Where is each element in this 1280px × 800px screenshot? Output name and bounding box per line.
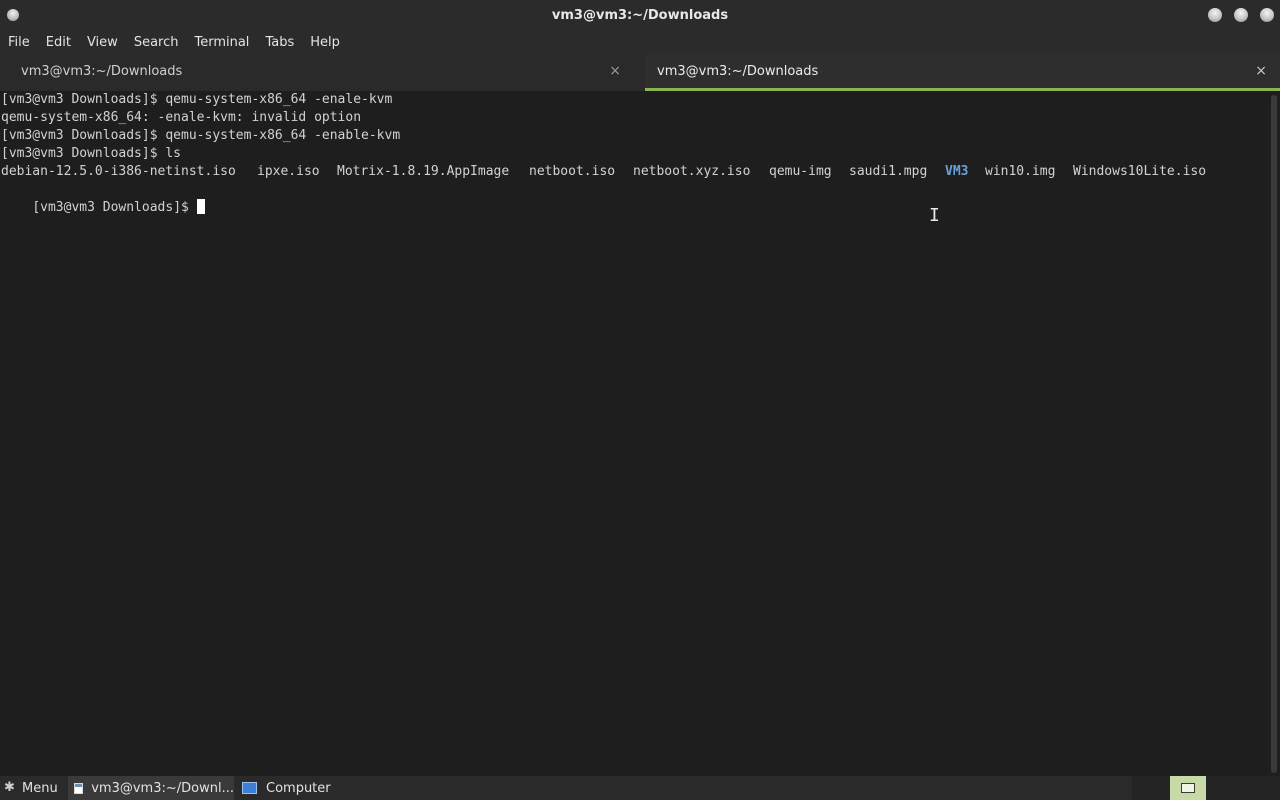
terminal-scrollbar[interactable]: [1271, 95, 1277, 773]
menu-logo-icon: ✱: [4, 780, 15, 795]
terminal-prompt-line: [vm3@vm3 Downloads]$: [1, 181, 205, 215]
tab-2-close-icon[interactable]: ×: [1255, 63, 1267, 79]
terminal-line: [vm3@vm3 Downloads]$ qemu-system-x86_64 …: [1, 92, 393, 107]
menu-terminal[interactable]: Terminal: [186, 30, 257, 55]
ls-entry: Windows10Lite.iso: [1073, 164, 1207, 179]
prompt: [vm3@vm3 Downloads]$: [32, 200, 189, 215]
ls-entry: qemu-img: [769, 164, 832, 179]
close-button[interactable]: [1260, 8, 1274, 22]
minimize-button[interactable]: [1208, 8, 1222, 22]
ls-entry: debian-12.5.0-i386-netinst.iso: [1, 164, 236, 179]
menu-search[interactable]: Search: [126, 30, 187, 55]
terminal-line: qemu-system-x86_64: -enale-kvm: invalid …: [1, 110, 362, 125]
tab-2-active[interactable]: vm3@vm3:~/Downloads ×: [645, 55, 1280, 91]
ls-entry: win10.img: [985, 164, 1056, 179]
menu-view[interactable]: View: [79, 30, 126, 55]
tab-2-label: vm3@vm3:~/Downloads: [657, 64, 819, 79]
window-menu-icon[interactable]: [7, 9, 19, 21]
taskbar: ✱ Menu vm3@vm3:~/Downl... Computer: [0, 776, 1280, 800]
workspace-switcher[interactable]: [1170, 776, 1206, 800]
menu-file[interactable]: File: [0, 30, 38, 55]
ibeam-cursor-icon: I: [929, 205, 940, 226]
ls-entry: Motrix-1.8.19.AppImage: [337, 164, 510, 179]
terminal-line: [vm3@vm3 Downloads]$ ls: [1, 146, 182, 161]
terminal-window-icon: [74, 782, 84, 794]
terminal-output[interactable]: [vm3@vm3 Downloads]$ qemu-system-x86_64 …: [0, 91, 1268, 776]
taskbar-terminal-button[interactable]: vm3@vm3:~/Downl...: [68, 776, 234, 800]
start-menu-button[interactable]: ✱ Menu: [4, 776, 58, 800]
menu-help[interactable]: Help: [302, 30, 348, 55]
taskbar-computer-label: Computer: [266, 780, 331, 796]
workspace-window-icon: [1181, 783, 1195, 793]
title-bar: vm3@vm3:~/Downloads: [0, 0, 1280, 30]
menu-edit[interactable]: Edit: [38, 30, 79, 55]
tab-1-close-icon[interactable]: ×: [609, 63, 621, 79]
ls-entry: ipxe.iso: [257, 164, 320, 179]
tab-bar: vm3@vm3:~/Downloads × vm3@vm3:~/Download…: [0, 55, 1280, 91]
terminal-line: [vm3@vm3 Downloads]$ qemu-system-x86_64 …: [1, 128, 401, 143]
ls-entry: saudi1.mpg: [849, 164, 928, 179]
ls-entry: netboot.xyz.iso: [633, 164, 751, 179]
taskbar-computer-button[interactable]: Computer: [242, 776, 331, 800]
menu-tabs[interactable]: Tabs: [257, 30, 302, 55]
ls-output: debian-12.5.0-i386-netinst.iso ipxe.iso …: [1, 163, 1261, 181]
ls-entry: netboot.iso: [529, 164, 616, 179]
maximize-button[interactable]: [1234, 8, 1248, 22]
computer-icon: [242, 782, 257, 794]
text-cursor: [196, 199, 205, 214]
taskbar-terminal-label: vm3@vm3:~/Downl...: [91, 780, 234, 796]
tab-1[interactable]: vm3@vm3:~/Downloads ×: [0, 55, 635, 91]
start-menu-label: Menu: [22, 780, 58, 796]
window-title: vm3@vm3:~/Downloads: [551, 7, 729, 23]
menu-bar: File Edit View Search Terminal Tabs Help: [0, 30, 1280, 55]
system-tray: [1132, 776, 1280, 800]
tab-1-label: vm3@vm3:~/Downloads: [21, 64, 183, 79]
window-controls: [1208, 8, 1274, 22]
ls-entry-directory: VM3: [945, 164, 969, 179]
